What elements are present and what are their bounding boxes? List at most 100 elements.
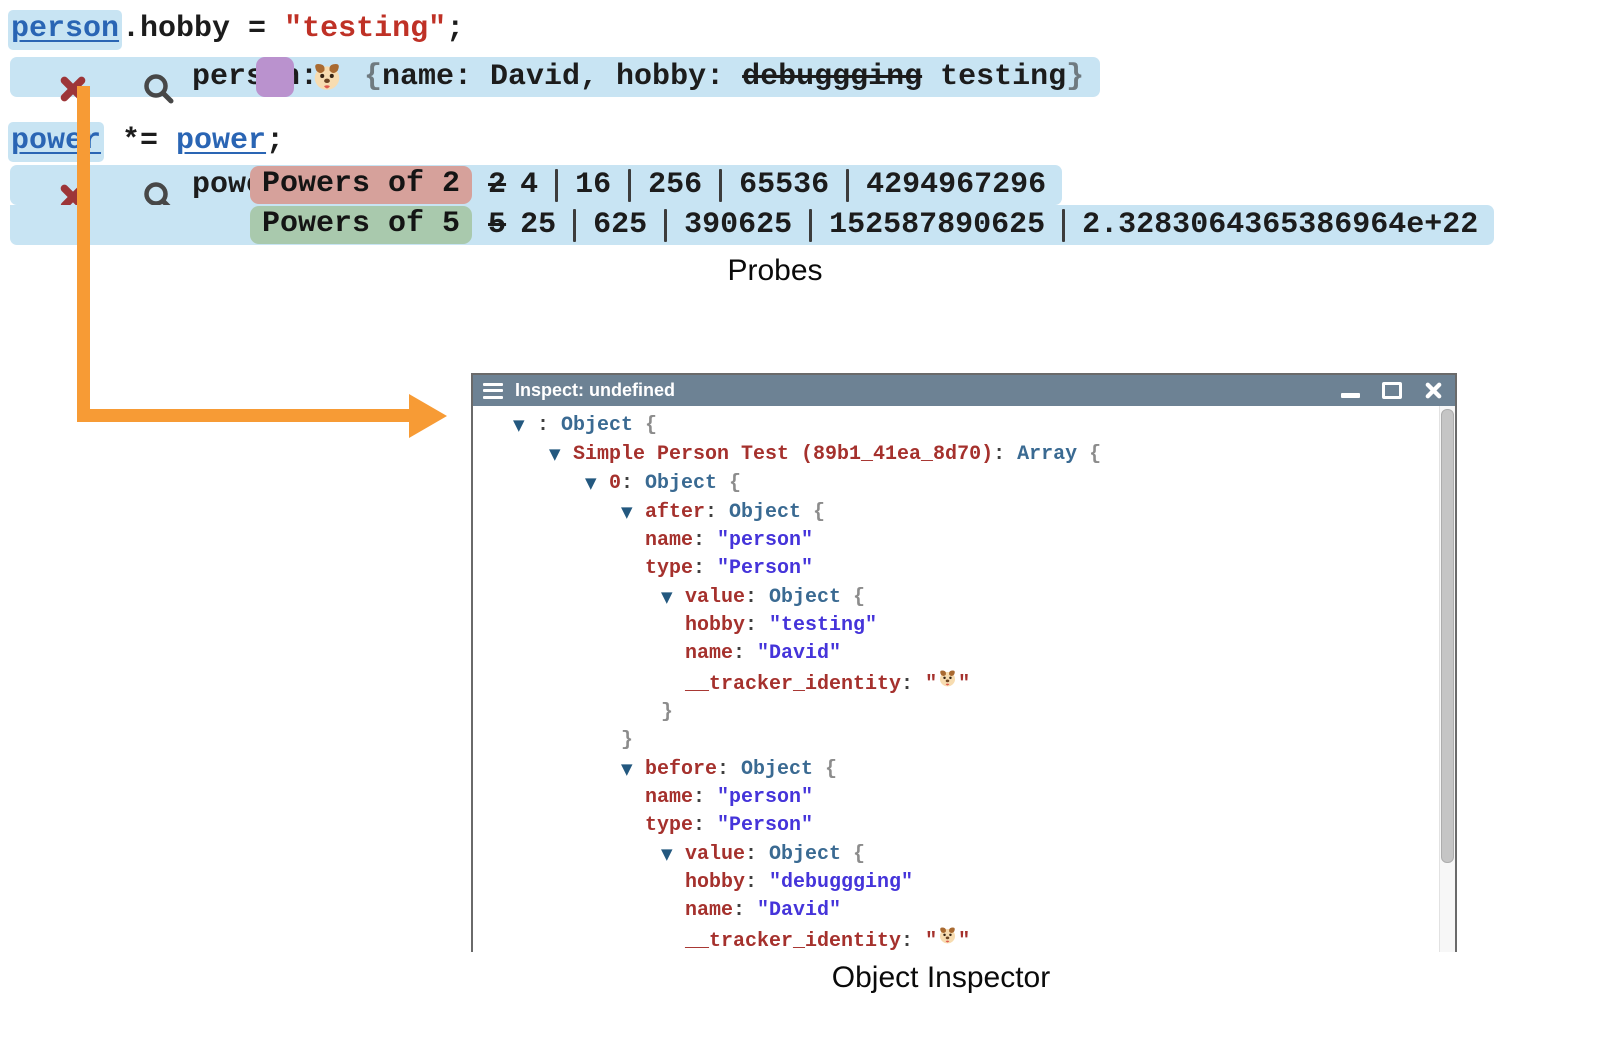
tree-text: "testing" (769, 614, 877, 637)
probe-row-powers-of-5: Powers of 5 5 25 625 390625 152587890625 2.3… (10, 205, 1494, 245)
screenshot-stage: person.hobby = "testing"; person: {name:… (0, 0, 1608, 1038)
object-inspector-caption: Object Inspector (471, 961, 1411, 995)
disclosure-triangle-icon[interactable]: ▼ (621, 755, 637, 783)
tree-text: value (685, 843, 745, 866)
tree-text: 0 (609, 472, 621, 495)
tree-text: " (925, 930, 937, 952)
probe-value: 16 (575, 168, 611, 202)
tree-line: hobby: "testing" (473, 612, 1455, 640)
tree-text: "David" (757, 899, 841, 922)
probe-value: 256 (648, 168, 702, 202)
dog-icon (310, 60, 344, 94)
tree-line: ▼: Object { (473, 411, 1455, 440)
tree-text: Object (741, 758, 825, 781)
tree-text: } (661, 701, 673, 724)
old-value: 5 (488, 208, 506, 242)
identity-swatch (256, 57, 294, 97)
tree-text: __tracker_identity (685, 930, 901, 952)
tree-text: { (825, 758, 837, 781)
tree-text: hobby (685, 871, 745, 894)
tree-text: Object (769, 586, 853, 609)
probe-object-token: testing (922, 60, 1066, 94)
value-separator (719, 169, 722, 202)
tree-text: type (645, 814, 693, 837)
tree-text: : (693, 529, 717, 552)
probe-value: 25 (520, 208, 556, 242)
inspector-tree: ▼: Object {▼Simple Person Test (89b1_41e… (473, 406, 1455, 952)
disclosure-triangle-icon[interactable]: ▼ (661, 583, 677, 611)
dog-icon (310, 60, 344, 94)
probe-value: 625 (593, 208, 647, 242)
tree-line: __tracker_identity: " " (473, 925, 1455, 952)
tree-text: name (685, 642, 733, 665)
close-icon[interactable] (1424, 381, 1443, 400)
tree-text: Object (729, 501, 813, 524)
tree-text: "person" (717, 786, 813, 809)
disclosure-triangle-icon[interactable]: ▼ (585, 469, 601, 497)
tree-text: name (645, 786, 693, 809)
probe-value: 4294967296 (866, 168, 1046, 202)
probe-row-powers-of-2: power: Powers of 2 2 4162566553642949672… (10, 165, 1062, 205)
tree-text: { (853, 586, 865, 609)
value-history: 25 625 390625 152587890625 2.328306436538696… (520, 208, 1478, 242)
value-history: 416256655364294967296 (520, 168, 1046, 202)
tree-line: ▼value: Object { (473, 583, 1455, 612)
window-controls (1341, 381, 1443, 400)
menu-icon[interactable] (483, 383, 503, 399)
tree-line: } (473, 699, 1455, 727)
disclosure-triangle-icon[interactable]: ▼ (661, 840, 677, 868)
series-badge-powers-of-2[interactable]: Powers of 2 (250, 166, 472, 204)
disclosure-triangle-icon[interactable]: ▼ (621, 498, 637, 526)
series-badge-powers-of-5[interactable]: Powers of 5 (250, 206, 472, 244)
tree-line: name: "person" (473, 527, 1455, 555)
probe-value: 2.3283064365386964e+22 (1082, 208, 1478, 242)
tree-text: { (645, 414, 657, 437)
minimize-icon[interactable] (1341, 393, 1360, 398)
tree-text: before (645, 758, 717, 781)
probe-value: 152587890625 (829, 208, 1045, 242)
tree-text: { (813, 501, 825, 524)
tree-text: type (645, 557, 693, 580)
probe-object-token: } (1066, 60, 1084, 94)
tree-text: "person" (717, 529, 813, 552)
value-separator (664, 209, 667, 242)
code-token: "testing" (284, 12, 446, 46)
tree-line: name: "David" (473, 640, 1455, 668)
object-inspector-window: Inspect: undefined ▼: Object {▼Simple Pe… (471, 373, 1457, 952)
tree-text: : (621, 472, 645, 495)
probe-object-token: debuggging (742, 60, 922, 94)
probe-object-token: name: David, hobby: (382, 60, 742, 94)
arrow-horizontal-segment (77, 409, 411, 422)
disclosure-triangle-icon[interactable]: ▼ (549, 440, 565, 468)
tree-text: : (733, 642, 757, 665)
old-value: 2 (488, 168, 506, 202)
tree-text: { (729, 472, 741, 495)
tree-text: __tracker_identity (685, 673, 901, 696)
tree-text: : (901, 930, 925, 952)
scrollbar-track[interactable] (1439, 406, 1455, 952)
inspect-magnifier-button[interactable] (106, 38, 176, 116)
probe-value: 65536 (739, 168, 829, 202)
tree-text: "Person" (717, 557, 813, 580)
maximize-icon[interactable] (1382, 382, 1402, 399)
scrollbar-thumb[interactable] (1441, 409, 1454, 863)
probes-caption: Probes (575, 254, 975, 288)
disclosure-triangle-icon[interactable]: ▼ (513, 411, 529, 439)
power-probe: power: Powers of 2 2 4162566553642949672… (10, 165, 1494, 245)
probe-value: 390625 (684, 208, 792, 242)
tree-text: Object (561, 414, 645, 437)
tree-line: ▼before: Object { (473, 755, 1455, 784)
tree-text: " (958, 930, 970, 952)
dog-icon (937, 925, 958, 946)
tree-text: "debuggging" (769, 871, 913, 894)
tree-text: } (621, 729, 633, 752)
tree-line: type: "Person" (473, 812, 1455, 840)
inspector-title-bar[interactable]: Inspect: undefined (473, 375, 1455, 406)
tree-line: name: "person" (473, 784, 1455, 812)
tree-text: : (705, 501, 729, 524)
tree-line: ▼Simple Person Test (89b1_41ea_8d70): Ar… (473, 440, 1455, 469)
tree-text: name (645, 529, 693, 552)
value-separator (809, 209, 812, 242)
tree-line: } (473, 727, 1455, 755)
tree-line: ▼after: Object { (473, 498, 1455, 527)
